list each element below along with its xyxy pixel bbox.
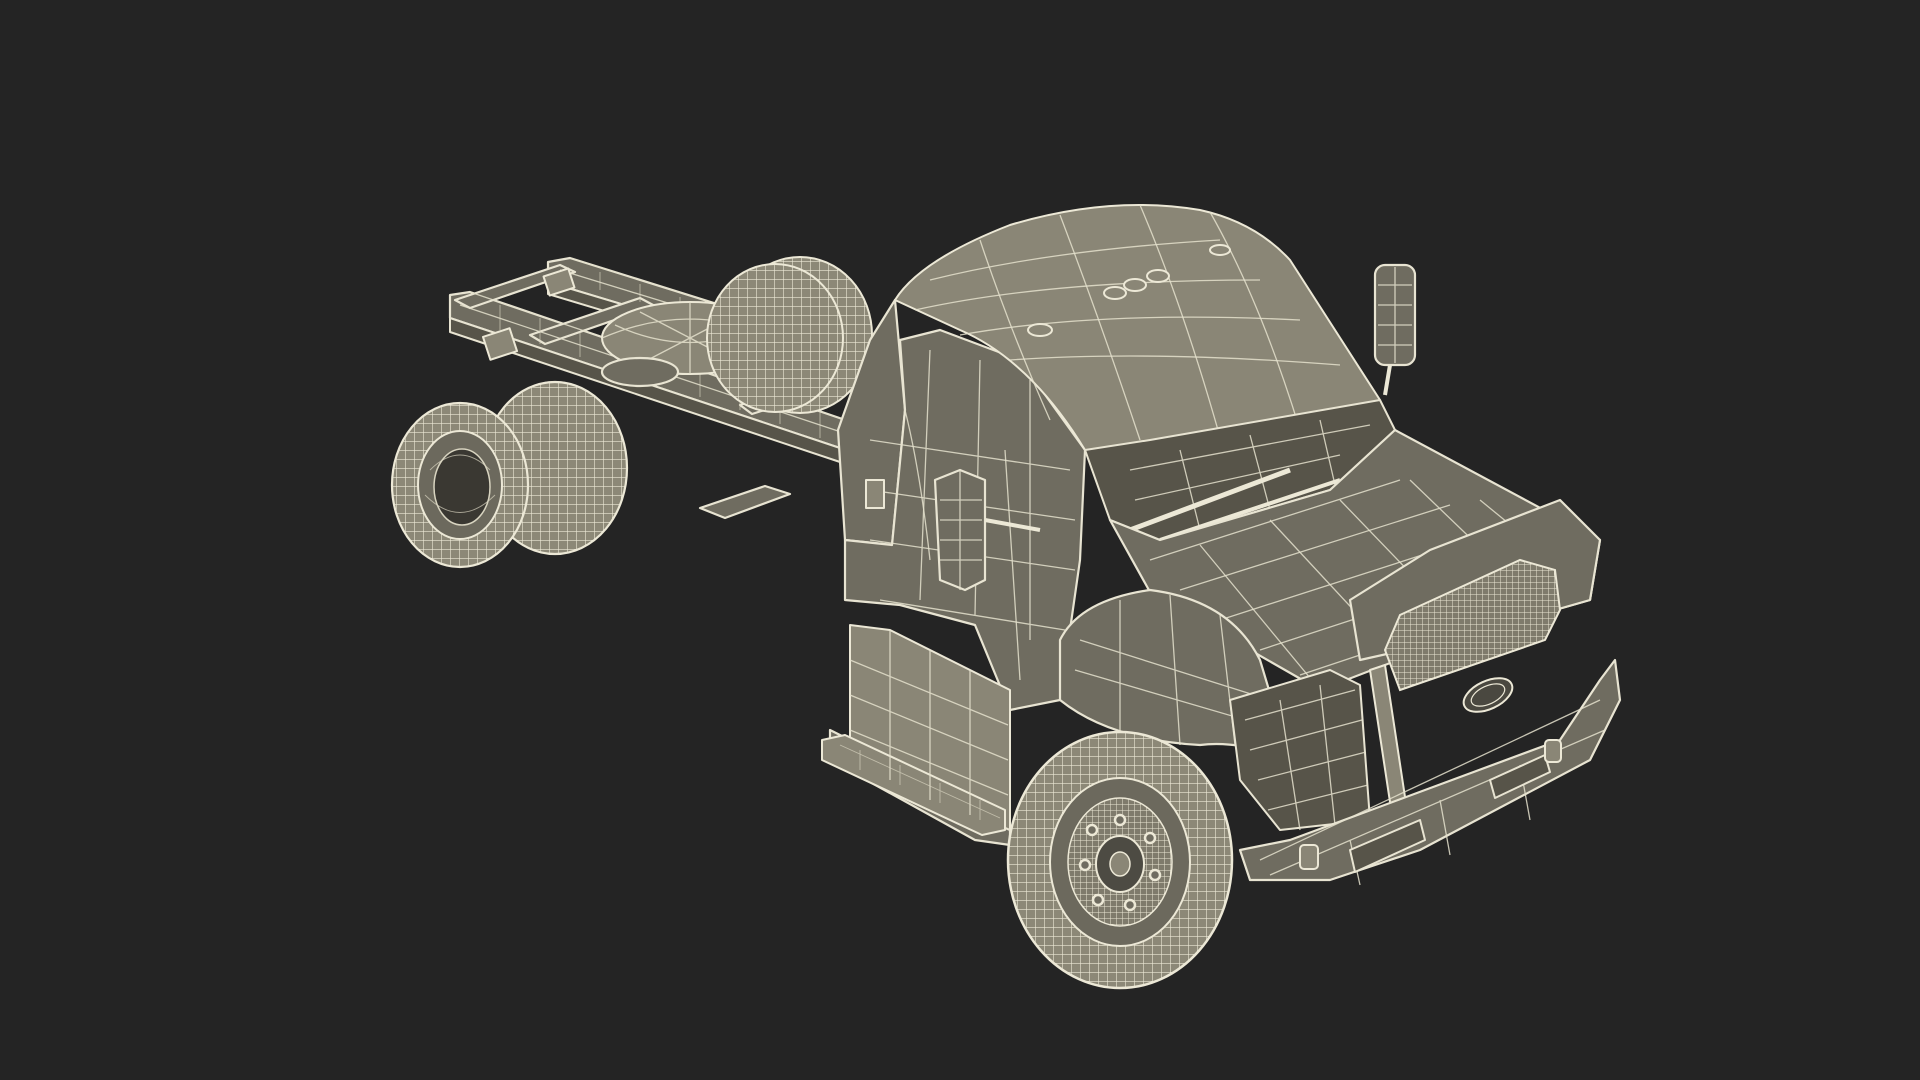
step-box [821,624,1012,847]
wireframe-model [390,204,1622,990]
render-viewport [0,0,1920,1080]
front-wheel [1006,730,1234,990]
